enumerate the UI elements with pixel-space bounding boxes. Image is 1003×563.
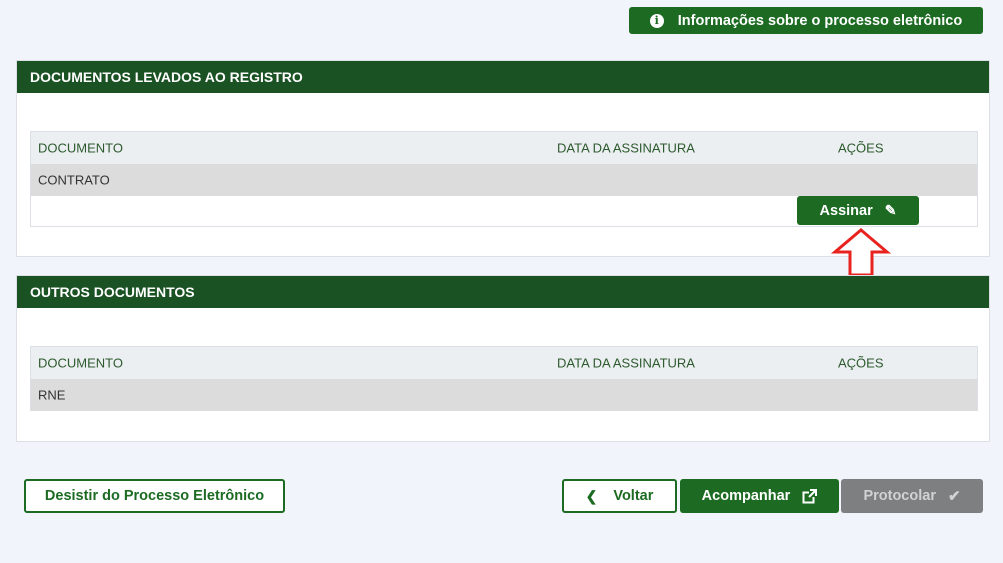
- assinar-button[interactable]: Assinar ✎: [797, 196, 919, 225]
- col-data-assinatura: DATA DA ASSINATURA: [557, 355, 695, 371]
- table-row: CONTRATO: [31, 164, 977, 196]
- desistir-label: Desistir do Processo Eletrônico: [44, 488, 265, 504]
- panel-outros-documentos: OUTROS DOCUMENTOS DOCUMENTO DATA DA ASSI…: [16, 275, 990, 442]
- check-icon: ✔: [947, 488, 961, 505]
- protocolar-label: Protocolar: [863, 488, 936, 504]
- cell-documento: CONTRATO: [38, 172, 110, 188]
- acompanhar-button[interactable]: Acompanhar: [680, 479, 839, 513]
- table-outros: DOCUMENTO DATA DA ASSINATURA AÇÕES RNE: [30, 346, 978, 411]
- pencil-icon: ✎: [884, 202, 897, 218]
- panel-title: OUTROS DOCUMENTOS: [17, 276, 989, 308]
- table-header: DOCUMENTO DATA DA ASSINATURA AÇÕES: [31, 132, 977, 164]
- panel-title: DOCUMENTOS LEVADOS AO REGISTRO: [17, 61, 989, 93]
- acompanhar-label: Acompanhar: [701, 488, 791, 504]
- assinar-label: Assinar: [819, 202, 873, 219]
- cell-documento: RNE: [38, 387, 66, 403]
- table-row-actions: Assinar ✎: [31, 196, 977, 226]
- voltar-button[interactable]: ❮ Voltar: [562, 479, 677, 513]
- info-process-label: Informações sobre o processo eletrônico: [677, 12, 963, 29]
- chevron-left-icon: ❮: [585, 487, 598, 504]
- col-documento: DOCUMENTO: [38, 355, 123, 371]
- table-row: RNE: [31, 379, 977, 411]
- external-link-icon: [802, 488, 818, 503]
- protocolar-button[interactable]: Protocolar ✔: [841, 479, 983, 513]
- col-acoes: AÇÕES: [838, 355, 884, 371]
- desistir-button[interactable]: Desistir do Processo Eletrônico: [24, 479, 285, 513]
- col-data-assinatura: DATA DA ASSINATURA: [557, 140, 695, 156]
- table-header: DOCUMENTO DATA DA ASSINATURA AÇÕES: [31, 347, 977, 379]
- red-arrow-annotation: [831, 228, 891, 277]
- table-registro: DOCUMENTO DATA DA ASSINATURA AÇÕES CONTR…: [30, 131, 978, 227]
- col-acoes: AÇÕES: [838, 140, 884, 156]
- voltar-label: Voltar: [613, 488, 654, 504]
- info-process-button[interactable]: i Informações sobre o processo eletrônic…: [629, 7, 983, 34]
- info-icon: i: [649, 13, 664, 28]
- col-documento: DOCUMENTO: [38, 140, 123, 156]
